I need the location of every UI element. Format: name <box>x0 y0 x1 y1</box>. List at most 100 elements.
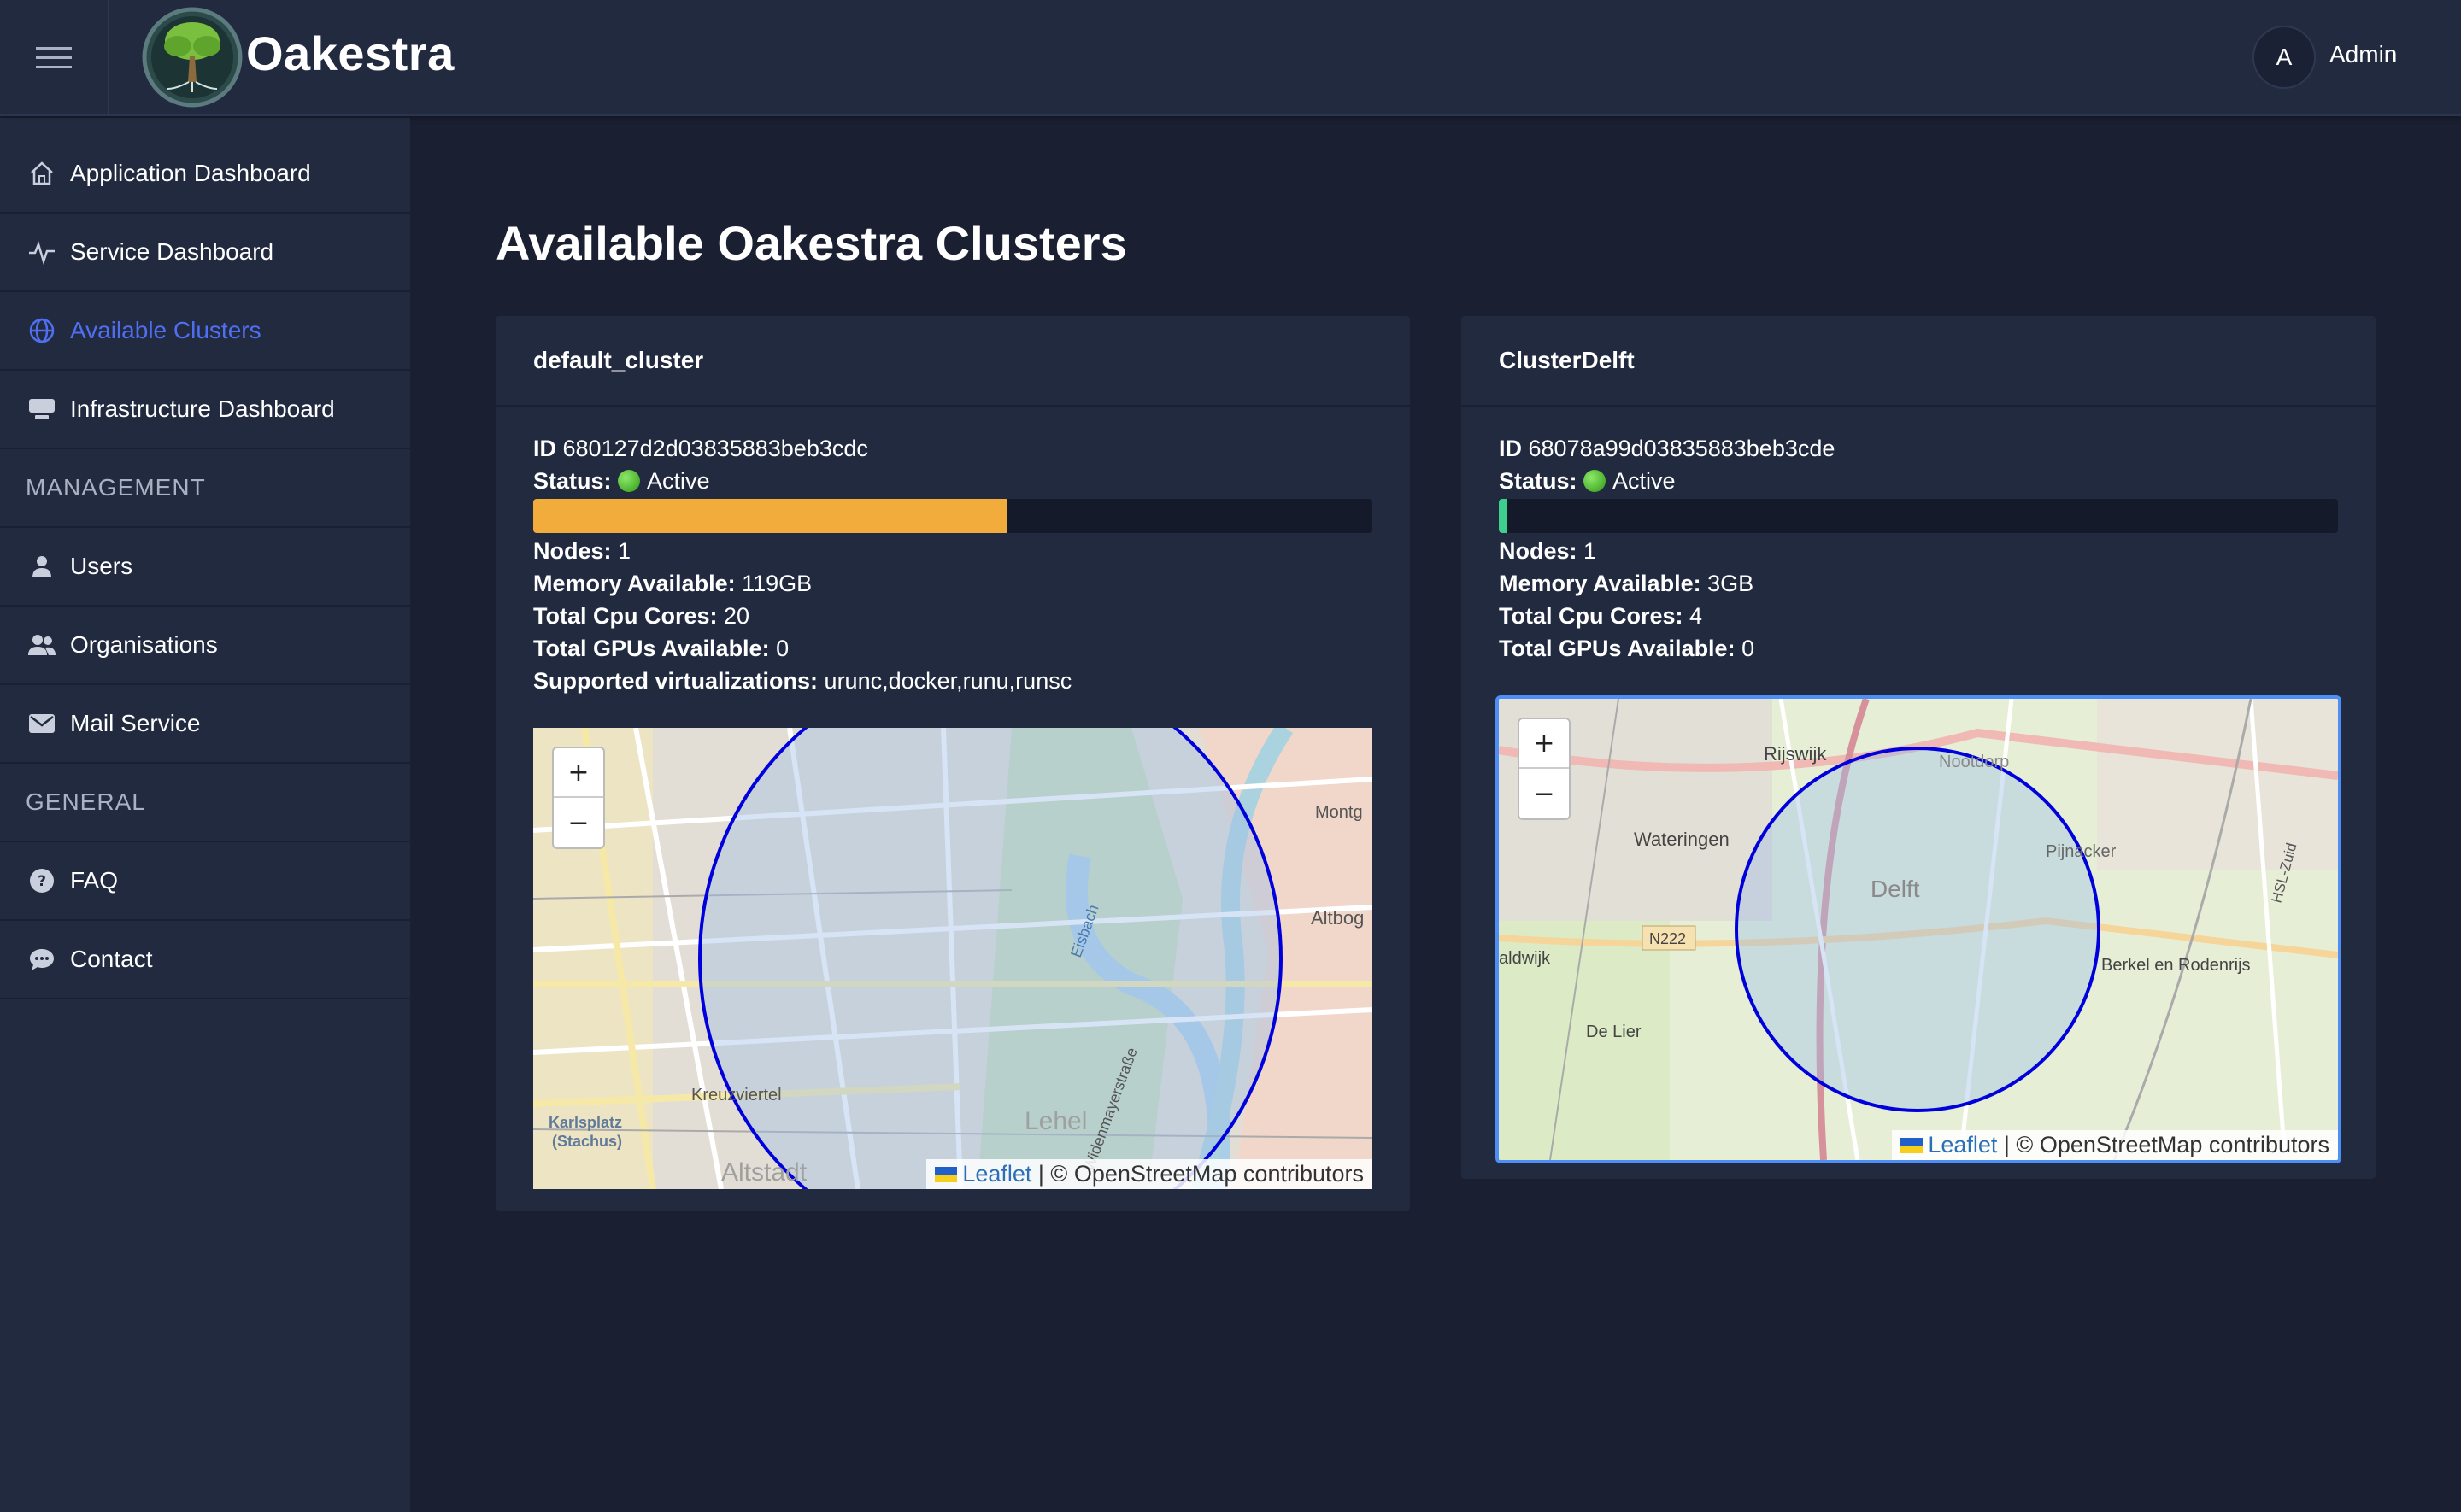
sidebar-item-faq[interactable]: ? FAQ <box>0 842 410 921</box>
map-label-berkel: Berkel en Rodenrijs <box>2101 956 2251 975</box>
sidebar-item-label: Infrastructure Dashboard <box>70 396 335 422</box>
cluster-map[interactable]: Rijswijk Nootdorp Wateringen Delft Pijna… <box>1495 695 2341 1163</box>
leaflet-link[interactable]: Leaflet <box>962 1161 1031 1187</box>
nodes-label: Nodes: <box>533 538 612 564</box>
map-label-altbog: Altbog <box>1311 907 1364 929</box>
map-label-karlsplatz: Karlsplatz <box>549 1114 622 1131</box>
status-dot-icon <box>1583 470 1606 492</box>
sidebar-item-label: Contact <box>70 946 153 972</box>
cluster-card: ClusterDelft ID 68078a99d03835883beb3cde… <box>1461 316 2376 1179</box>
status-dot-icon <box>618 470 641 492</box>
sidebar-item-application-dashboard[interactable]: Application Dashboard <box>0 135 410 214</box>
sidebar-item-label: Mail Service <box>70 710 201 736</box>
map-tiles: Montg Altbog Kreuzviertel Karlsplatz (St… <box>533 728 1372 1189</box>
cluster-card: default_cluster ID 680127d2d03835883beb3… <box>496 316 1410 1211</box>
oakestra-logo[interactable] <box>142 7 243 108</box>
zoom-control: + − <box>552 747 605 849</box>
map-label-lehel: Lehel <box>1025 1107 1087 1135</box>
gpu-row: Total GPUs Available: 0 <box>1499 632 2338 665</box>
cluster-map[interactable]: Montg Altbog Kreuzviertel Karlsplatz (St… <box>533 728 1372 1189</box>
server-icon <box>27 395 56 424</box>
cpu-value: 4 <box>1689 603 1703 629</box>
avatar[interactable]: A <box>2252 26 2316 89</box>
cluster-name: ClusterDelft <box>1461 316 2376 407</box>
memory-value: 3GB <box>1707 571 1754 596</box>
mail-icon <box>27 709 56 738</box>
status-row: Status: Active <box>533 465 1372 497</box>
map-label-montg: Montg <box>1315 803 1363 822</box>
user-icon <box>27 552 56 581</box>
memory-value: 119GB <box>742 571 813 596</box>
zoom-out-button[interactable]: − <box>554 798 603 847</box>
status-badge: Active <box>647 468 710 494</box>
cpu-value: 20 <box>724 603 750 629</box>
sidebar-item-available-clusters[interactable]: Available Clusters <box>0 292 410 371</box>
nodes-value: 1 <box>618 538 631 564</box>
cpu-label: Total Cpu Cores: <box>1499 603 1683 629</box>
usage-bar-fill <box>1499 499 1507 533</box>
user-name[interactable]: Admin <box>2329 41 2397 68</box>
nodes-value: 1 <box>1583 538 1597 564</box>
map-label-altstadt: Altstadt <box>721 1158 808 1187</box>
map-tiles: Rijswijk Nootdorp Wateringen Delft Pijna… <box>1499 699 2338 1160</box>
sidebar-item-label: Organisations <box>70 631 218 658</box>
map-label-de-lier: De Lier <box>1586 1023 1642 1041</box>
cpu-label: Total Cpu Cores: <box>533 603 718 629</box>
cluster-name: default_cluster <box>496 316 1410 407</box>
sidebar-item-service-dashboard[interactable]: Service Dashboard <box>0 214 410 292</box>
page-title: Available Oakestra Clusters <box>496 216 1127 270</box>
status-row: Status: Active <box>1499 465 2338 497</box>
sidebar-item-users[interactable]: Users <box>0 528 410 607</box>
zoom-out-button[interactable]: − <box>1519 769 1569 818</box>
id-label: ID <box>1499 436 1522 461</box>
memory-label: Memory Available: <box>533 571 736 596</box>
sidebar-item-label: FAQ <box>70 867 119 894</box>
sidebar-item-contact[interactable]: Contact <box>0 921 410 999</box>
zoom-control: + − <box>1518 718 1571 820</box>
virt-value: urunc,docker,runu,runsc <box>824 668 1072 694</box>
map-label-aldwijk: aldwijk <box>1499 949 1551 968</box>
ukraine-flag-icon <box>1900 1138 1924 1153</box>
sidebar-nav: Application Dashboard Service Dashboard … <box>0 135 410 999</box>
sidebar-item-mail-service[interactable]: Mail Service <box>0 685 410 764</box>
cluster-details: ID 680127d2d03835883beb3cdc Status: Acti… <box>496 407 1410 1189</box>
activity-icon <box>27 237 56 267</box>
sidebar-item-infrastructure-dashboard[interactable]: Infrastructure Dashboard <box>0 371 410 449</box>
gpu-value: 0 <box>776 636 790 661</box>
section-management: MANAGEMENT <box>0 449 410 528</box>
resource-usage-bar <box>533 499 1372 533</box>
memory-label: Memory Available: <box>1499 571 1701 596</box>
map-label-nootdorp: Nootdorp <box>1939 753 2009 771</box>
status-badge: Active <box>1612 468 1676 494</box>
sidebar-item-organisations[interactable]: Organisations <box>0 607 410 685</box>
gpu-label: Total GPUs Available: <box>533 636 770 661</box>
home-icon <box>27 159 56 188</box>
cpu-row: Total Cpu Cores: 4 <box>1499 600 2338 632</box>
zoom-in-button[interactable]: + <box>1519 719 1569 769</box>
menu-toggle-button[interactable] <box>0 0 109 116</box>
map-attribution: Leaflet | © OpenStreetMap contributors <box>926 1159 1372 1189</box>
nodes-row: Nodes: 1 <box>533 535 1372 567</box>
zoom-in-button[interactable]: + <box>554 748 603 798</box>
question-icon: ? <box>27 866 56 895</box>
map-label-stachus: (Stachus) <box>552 1133 622 1150</box>
brand-name: Oakestra <box>246 26 455 80</box>
map-label-pijnacker: Pijnacker <box>2046 842 2117 861</box>
sidebar-item-label: Available Clusters <box>70 317 261 343</box>
map-label-n222: N222 <box>1649 930 1686 947</box>
sidebar-item-label: Application Dashboard <box>70 160 311 186</box>
status-label: Status: <box>533 468 612 494</box>
virt-label: Supported virtualizations: <box>533 668 819 694</box>
map-label-kreuzviertel: Kreuzviertel <box>691 1086 782 1105</box>
osm-attribution: | © OpenStreetMap contributors <box>1997 1132 2329 1157</box>
cluster-id-row: ID 68078a99d03835883beb3cde <box>1499 432 2338 465</box>
cluster-id-row: ID 680127d2d03835883beb3cdc <box>533 432 1372 465</box>
memory-row: Memory Available: 3GB <box>1499 567 2338 600</box>
map-label-rijswijk: Rijswijk <box>1764 743 1827 765</box>
leaflet-link[interactable]: Leaflet <box>1928 1132 1997 1157</box>
id-label: ID <box>533 436 556 461</box>
map-attribution: Leaflet | © OpenStreetMap contributors <box>1892 1130 2338 1160</box>
resource-usage-bar <box>1499 499 2338 533</box>
virtualizations-row: Supported virtualizations: urunc,docker,… <box>533 665 1372 697</box>
osm-attribution: | © OpenStreetMap contributors <box>1031 1161 1364 1187</box>
